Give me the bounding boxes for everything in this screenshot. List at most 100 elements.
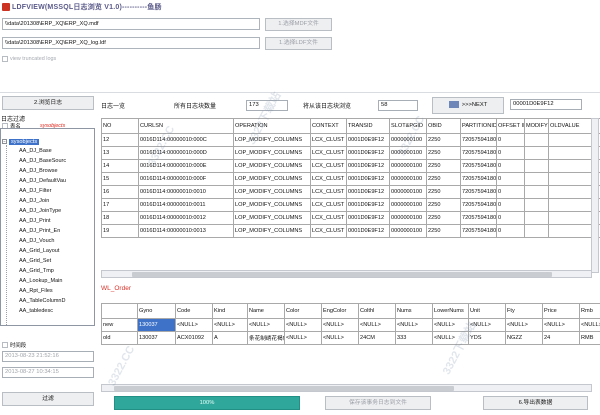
log-column-header[interactable]: NO xyxy=(101,118,139,134)
detail-column-header[interactable]: Nums xyxy=(395,303,433,319)
detail-column-header[interactable]: Gyno xyxy=(137,303,176,319)
collapse-icon[interactable]: − xyxy=(2,139,7,144)
detail-cell: <NULL> xyxy=(505,318,543,332)
from-block-field[interactable]: 58 xyxy=(378,100,418,111)
tree-item[interactable]: AA_Grid_Layout xyxy=(19,247,59,255)
detail-column-header[interactable]: Color xyxy=(284,303,322,319)
tree-item[interactable]: AA_DJ_Browse xyxy=(19,167,58,175)
table-row[interactable]: 16 0016D114:00000010:0010 LOP_MODIFY_COLUM… xyxy=(101,185,600,199)
tree-item[interactable]: AA_DJ_Print xyxy=(19,217,51,225)
select-ldf-button[interactable]: 1.选择LDF文件 xyxy=(265,37,332,50)
table-row[interactable]: 14 0016D114:00000010:000E LOP_MODIFY_COLUM… xyxy=(101,159,600,173)
truncated-logs-checkbox[interactable] xyxy=(2,56,8,62)
detail-column-header[interactable]: Unit xyxy=(468,303,506,319)
log-column-header[interactable]: OPERATION xyxy=(233,118,311,134)
browse-log-button[interactable]: 2.浏览日志 xyxy=(2,96,94,110)
time-to-field[interactable]: 2013-08-27 10:34:15 xyxy=(2,367,94,378)
time-range-checkbox[interactable] xyxy=(2,342,8,348)
table-cell: 2250 xyxy=(426,224,461,238)
detail-column-header[interactable]: Name xyxy=(247,303,285,319)
detail-cell: 333 xyxy=(395,331,433,345)
ldf-path-input[interactable]: \\data\201308\ERP_XQ\ERP_XQ_log.ldf xyxy=(2,37,260,49)
table-cell: 72057594180 xyxy=(460,159,497,173)
table-cell: 2250 xyxy=(426,159,461,173)
row-number: 18 xyxy=(101,211,139,225)
table-cell xyxy=(524,159,549,173)
detail-column-header[interactable]: LowerNums xyxy=(432,303,469,319)
filter-button[interactable]: 过滤 xyxy=(2,392,94,406)
table-cell: 2250 xyxy=(426,185,461,199)
log-column-header[interactable]: TRANSID xyxy=(346,118,390,134)
table-cell: LOP_MODIFY_COLUMNS xyxy=(233,198,311,212)
table-cell: 72057594180 xyxy=(460,172,497,186)
table-row[interactable]: 18 0016D114:00000010:0012 LOP_MODIFY_COLUM… xyxy=(101,211,600,225)
mdf-path-input[interactable]: \\data\201308\ERP_XQ\ERP_XQ.mdf xyxy=(2,18,260,30)
tree-item[interactable]: AA_DJ_Base xyxy=(19,147,52,155)
tree-item[interactable]: AA_DJ_JoinType xyxy=(19,207,61,215)
detail-column-header[interactable]: EngColor xyxy=(321,303,359,319)
tree-item[interactable]: AA_Lookup_Main xyxy=(19,277,62,285)
next-button[interactable]: >>>NEXT xyxy=(432,97,504,114)
detail-grid-hscroll-thumb[interactable] xyxy=(114,386,454,391)
log-column-header[interactable]: CURLSN xyxy=(138,118,234,134)
log-column-header[interactable]: OBID xyxy=(426,118,461,134)
table-cell: 0 xyxy=(496,159,525,173)
log-column-header[interactable]: OFFSET IN xyxy=(496,118,525,134)
table-cell: 72057594180 xyxy=(460,211,497,225)
tree-item[interactable]: AA_Grid_Set xyxy=(19,257,51,265)
table-cell: LOP_MODIFY_COLUMNS xyxy=(233,211,311,225)
progress-bar: 100% xyxy=(114,396,300,410)
table-cell xyxy=(524,224,549,238)
detail-row[interactable]: old 130037 ACX01092 A 条花制绣花褐色 <NULL> <NULL> 24C… xyxy=(101,331,600,345)
detail-column-header[interactable]: Fty xyxy=(505,303,543,319)
time-range-option[interactable]: 时间段 xyxy=(2,341,26,349)
next-block-field[interactable]: 00001D0E9F12 xyxy=(510,99,582,110)
tree-item[interactable]: AA_Rpt_Files xyxy=(19,287,53,295)
table-row[interactable]: 13 0016D114:00000010:000D LOP_MODIFY_COLUM… xyxy=(101,146,600,160)
log-overview-label: 日志一览 xyxy=(101,104,126,110)
log-grid[interactable]: NO CURLSN OPERATION CONTEXT TRANSID SLOT&PGID… xyxy=(101,118,600,238)
detail-grid[interactable]: Gyno Code Kind Name Color EngColor Colthl Nums L… xyxy=(101,303,600,345)
export-data-button[interactable]: 6.导出表数据 xyxy=(483,396,588,410)
tree-item[interactable]: AA_DJ_Print_En xyxy=(19,227,60,235)
log-grid-hscroll[interactable] xyxy=(101,270,592,278)
table-row[interactable]: 17 0016D114:00000010:0011 LOP_MODIFY_COLUM… xyxy=(101,198,600,212)
table-row[interactable]: 19 0016D114:00000010:0013 LOP_MODIFY_COLUM… xyxy=(101,224,600,238)
truncated-logs-option[interactable]: view truncated logs xyxy=(2,56,56,62)
log-column-header[interactable]: MODIFYS xyxy=(524,118,549,134)
tree-item[interactable]: AA_DJ_BaseSourc xyxy=(19,157,66,165)
detail-column-header[interactable]: Kind xyxy=(212,303,248,319)
log-grid-hscroll-thumb[interactable] xyxy=(132,272,552,277)
tree-item[interactable]: AA_TableColumnD xyxy=(19,297,65,305)
detail-column-header[interactable]: Colthl xyxy=(358,303,396,319)
log-grid-vscroll[interactable] xyxy=(591,118,599,273)
tree-item[interactable]: AA_DJ_Join xyxy=(19,197,49,205)
total-blocks-field[interactable]: 173 xyxy=(246,100,288,111)
select-mdf-button[interactable]: 1.选择MDF文件 xyxy=(265,18,332,31)
detail-column-header[interactable]: Price xyxy=(542,303,580,319)
table-row[interactable]: 15 0016D114:00000010:000F LOP_MODIFY_COLUM… xyxy=(101,172,600,186)
detail-column-header[interactable] xyxy=(101,303,138,319)
tree-item[interactable]: AA_DJ_Filter xyxy=(19,187,51,195)
log-column-header[interactable]: PARTITIONID xyxy=(460,118,497,134)
table-cell: 0000000100 xyxy=(389,133,427,147)
row-number: 15 xyxy=(101,172,139,186)
log-column-header[interactable]: SLOT&PGID xyxy=(389,118,427,134)
tree-root[interactable]: − sysobjects xyxy=(2,138,40,145)
time-from-field[interactable]: 2013-08-23 21:52:16 xyxy=(2,351,94,362)
detail-column-header[interactable]: Code xyxy=(175,303,213,319)
detail-column-header[interactable]: Rmb xyxy=(579,303,600,319)
detail-row[interactable]: new 130037 <NULL> <NULL> <NULL> <NULL> <NULL> <… xyxy=(101,318,600,332)
log-column-header[interactable]: CONTEXT xyxy=(310,118,347,134)
detail-cell: <NULL> xyxy=(321,318,359,332)
detail-grid-hscroll[interactable] xyxy=(101,384,592,392)
tree-item[interactable]: AA_DJ_Vouch xyxy=(19,237,54,245)
table-tree[interactable]: − sysobjects AA_DJ_Base AA_DJ_BaseSourc AA… xyxy=(0,128,95,326)
tree-item[interactable]: AA_DJ_DefaultVau xyxy=(19,177,66,185)
tree-item[interactable]: AA_tabledesc xyxy=(19,307,53,315)
tree-item[interactable]: AA_Grid_Tmp xyxy=(19,267,54,275)
app-icon xyxy=(2,2,10,11)
save-log-button[interactable]: 保存该事务日志到文件 xyxy=(325,396,431,410)
table-row[interactable]: 12 0016D114:00000010:000C LOP_MODIFY_COLUM… xyxy=(101,133,600,147)
table-cell: 72057594180 xyxy=(460,133,497,147)
